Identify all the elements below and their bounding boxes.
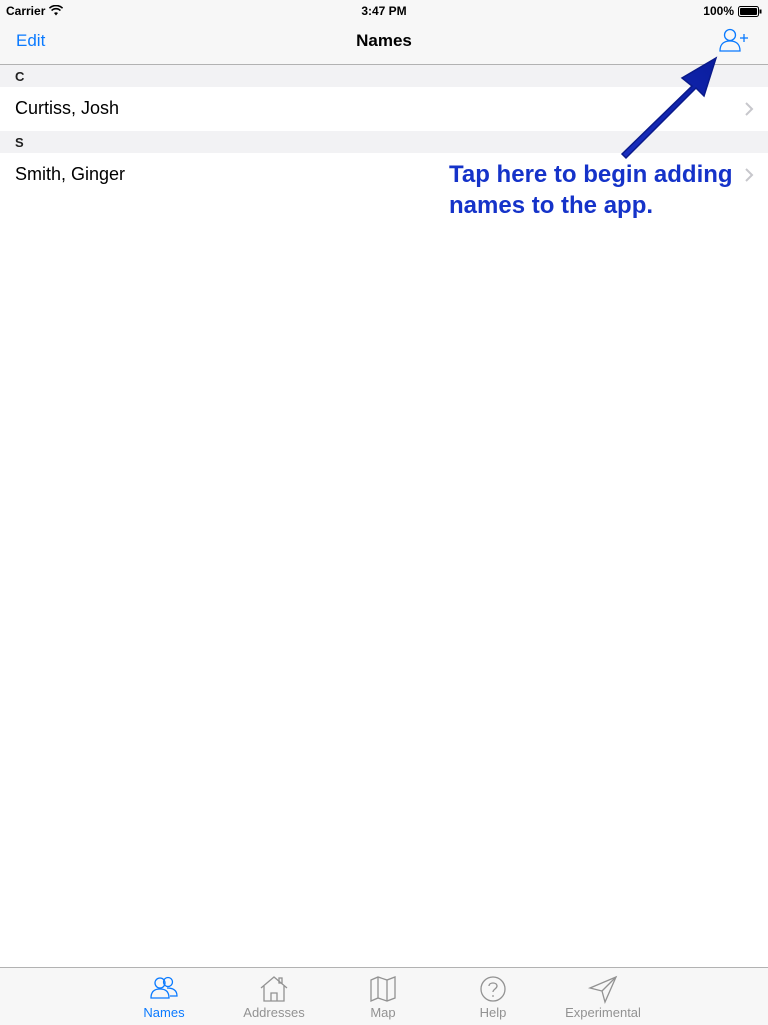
people-icon xyxy=(150,976,178,999)
tab-map[interactable]: Map xyxy=(328,968,438,1025)
tab-experimental[interactable]: Experimental xyxy=(548,968,658,1025)
callout-line-2: names to the app. xyxy=(449,192,654,219)
row-name: Curtiss, Josh xyxy=(15,98,120,118)
battery-icon xyxy=(738,5,762,17)
tab-names[interactable]: Names xyxy=(109,968,219,1025)
status-bar: Carrier 3:47 PM 100% xyxy=(0,0,768,20)
tab-label: Map xyxy=(370,1005,396,1020)
callout-text: Tap here to begin adding names to the ap… xyxy=(449,159,749,221)
tab-help[interactable]: Help xyxy=(438,968,548,1025)
tab-label: Experimental xyxy=(565,1005,641,1020)
house-icon xyxy=(260,976,288,1002)
map-icon xyxy=(370,976,396,1002)
status-time: 3:47 PM xyxy=(361,4,407,18)
tab-addresses[interactable]: Addresses xyxy=(219,968,329,1025)
callout-line-1: Tap here to begin adding xyxy=(449,161,733,188)
callout-arrow-icon xyxy=(620,56,718,160)
tab-bar: Names Addresses Map Help Experimental xyxy=(0,967,768,1025)
tab-label: Help xyxy=(479,1005,507,1020)
chevron-right-icon xyxy=(745,102,754,116)
tab-label: Addresses xyxy=(243,1005,305,1020)
row-name: Smith, Ginger xyxy=(15,164,126,184)
question-icon xyxy=(480,976,506,1002)
battery-label: 100% xyxy=(703,4,734,18)
status-battery: 100% xyxy=(703,4,762,18)
section-header-label: S xyxy=(15,135,24,150)
tab-label: Names xyxy=(143,1005,185,1020)
paper-plane-icon xyxy=(587,975,618,1004)
section-header-label: C xyxy=(15,69,25,84)
